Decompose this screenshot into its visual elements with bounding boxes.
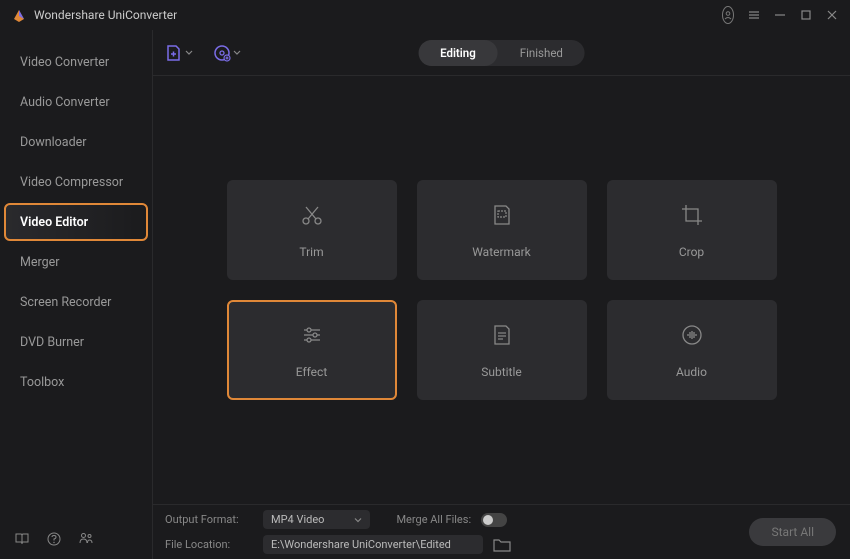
tab-label: Editing <box>440 46 476 60</box>
tab-group: Editing Finished <box>418 40 585 66</box>
toggle-knob <box>483 515 493 525</box>
add-disc-button[interactable] <box>213 44 241 62</box>
titlebar: Wondershare UniConverter <box>0 0 850 30</box>
help-icon[interactable] <box>46 531 62 547</box>
sidebar-item-label: Video Compressor <box>20 175 123 190</box>
sidebar-item-label: Merger <box>20 255 60 270</box>
tile-watermark[interactable]: Watermark <box>417 180 587 280</box>
sidebar-item-label: Audio Converter <box>20 95 110 110</box>
sidebar-item-dvd-burner[interactable]: DVD Burner <box>4 323 148 361</box>
tile-effect[interactable]: Effect <box>227 300 397 400</box>
sidebar: Video Converter Audio Converter Download… <box>0 30 152 559</box>
file-location-value: E:\Wondershare UniConverter\Edited <box>271 538 451 551</box>
minimize-button[interactable] <box>774 9 786 21</box>
file-location-row: File Location: E:\Wondershare UniConvert… <box>165 535 838 554</box>
sidebar-item-audio-converter[interactable]: Audio Converter <box>4 83 148 121</box>
topbar-actions <box>165 44 241 62</box>
sidebar-item-video-editor[interactable]: Video Editor <box>4 203 148 241</box>
sidebar-item-video-compressor[interactable]: Video Compressor <box>4 163 148 201</box>
output-format-row: Output Format: MP4 Video Merge All Files… <box>165 510 838 529</box>
titlebar-left: Wondershare UniConverter <box>12 8 177 22</box>
tab-finished[interactable]: Finished <box>498 40 585 66</box>
add-file-button[interactable] <box>165 44 193 62</box>
sidebar-item-label: Video Editor <box>20 215 88 230</box>
file-location-label: File Location: <box>165 538 253 551</box>
start-all-label: Start All <box>771 525 814 539</box>
tutorial-icon[interactable] <box>14 531 30 547</box>
bottombar: Output Format: MP4 Video Merge All Files… <box>153 504 850 559</box>
tile-label: Crop <box>679 245 704 259</box>
titlebar-controls <box>722 9 838 21</box>
merge-toggle[interactable] <box>481 513 507 527</box>
file-location-input[interactable]: E:\Wondershare UniConverter\Edited <box>263 535 483 554</box>
account-icon[interactable] <box>722 9 734 21</box>
sidebar-item-label: Video Converter <box>20 55 109 70</box>
tiles-area: Trim Watermark Crop <box>153 76 850 504</box>
app-logo-icon <box>12 8 26 22</box>
merge-label: Merge All Files: <box>396 513 471 526</box>
app-title: Wondershare UniConverter <box>34 8 177 22</box>
output-format-label: Output Format: <box>165 513 253 526</box>
main-panel: Editing Finished Trim Watermark <box>152 30 850 559</box>
effect-icon <box>298 321 326 353</box>
menu-icon[interactable] <box>748 9 760 21</box>
sidebar-item-video-converter[interactable]: Video Converter <box>4 43 148 81</box>
sidebar-item-merger[interactable]: Merger <box>4 243 148 281</box>
tiles-grid: Trim Watermark Crop <box>227 180 777 400</box>
tile-label: Subtitle <box>481 365 522 379</box>
tile-audio[interactable]: Audio <box>607 300 777 400</box>
sidebar-item-label: DVD Burner <box>20 335 84 350</box>
output-format-value: MP4 Video <box>271 513 324 526</box>
audio-icon <box>678 321 706 353</box>
sidebar-item-toolbox[interactable]: Toolbox <box>4 363 148 401</box>
sidebar-item-screen-recorder[interactable]: Screen Recorder <box>4 283 148 321</box>
chevron-down-icon <box>354 516 362 524</box>
output-format-dropdown[interactable]: MP4 Video <box>263 510 370 529</box>
maximize-button[interactable] <box>800 9 812 21</box>
tile-trim[interactable]: Trim <box>227 180 397 280</box>
scissors-icon <box>298 201 326 233</box>
sidebar-item-label: Screen Recorder <box>20 295 111 310</box>
tile-label: Trim <box>299 245 323 259</box>
sidebar-item-downloader[interactable]: Downloader <box>4 123 148 161</box>
start-all-button[interactable]: Start All <box>749 518 836 546</box>
tile-crop[interactable]: Crop <box>607 180 777 280</box>
tab-editing[interactable]: Editing <box>418 40 498 66</box>
open-folder-button[interactable] <box>493 538 511 552</box>
sidebar-item-label: Toolbox <box>20 375 64 390</box>
tile-subtitle[interactable]: Subtitle <box>417 300 587 400</box>
watermark-icon <box>488 201 516 233</box>
user-icon[interactable] <box>78 531 94 547</box>
close-button[interactable] <box>826 9 838 21</box>
tile-label: Audio <box>676 365 707 379</box>
subtitle-icon <box>488 321 516 353</box>
crop-icon <box>678 201 706 233</box>
sidebar-bottom <box>0 519 152 559</box>
topbar: Editing Finished <box>153 30 850 76</box>
tab-label: Finished <box>520 46 563 60</box>
sidebar-item-label: Downloader <box>20 135 87 150</box>
tile-label: Watermark <box>472 245 531 259</box>
tile-label: Effect <box>296 365 328 379</box>
